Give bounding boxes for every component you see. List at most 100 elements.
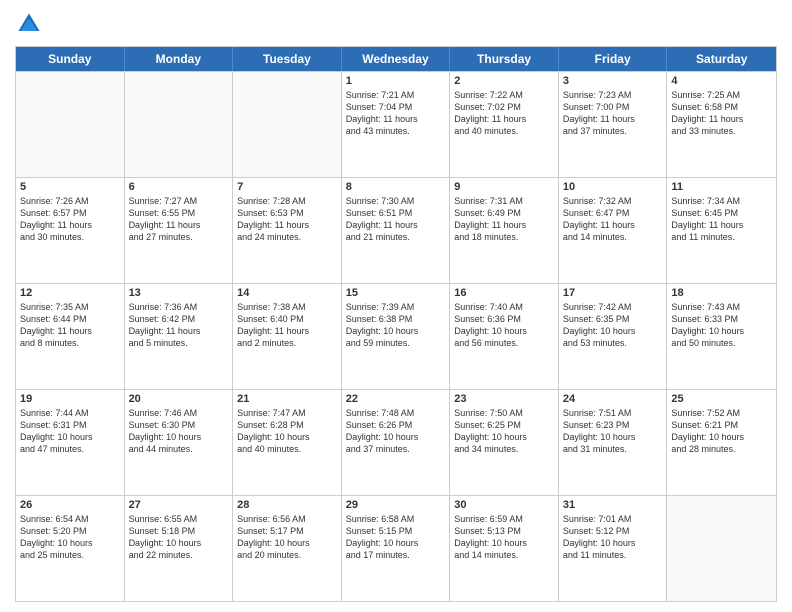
day-number: 26 xyxy=(20,499,120,511)
day-number: 19 xyxy=(20,393,120,405)
cell-info: Sunrise: 7:52 AM Sunset: 6:21 PM Dayligh… xyxy=(671,407,772,456)
weekday-header: Tuesday xyxy=(233,47,342,71)
cell-info: Sunrise: 7:27 AM Sunset: 6:55 PM Dayligh… xyxy=(129,195,229,244)
calendar-cell: 7 Sunrise: 7:28 AM Sunset: 6:53 PM Daylig… xyxy=(233,178,342,283)
weekday-header: Thursday xyxy=(450,47,559,71)
page: SundayMondayTuesdayWednesdayThursdayFrid… xyxy=(0,0,792,612)
cell-info: Sunrise: 7:42 AM Sunset: 6:35 PM Dayligh… xyxy=(563,301,663,350)
cell-info: Sunrise: 7:28 AM Sunset: 6:53 PM Dayligh… xyxy=(237,195,337,244)
cell-info: Sunrise: 7:44 AM Sunset: 6:31 PM Dayligh… xyxy=(20,407,120,456)
calendar-row: 5 Sunrise: 7:26 AM Sunset: 6:57 PM Daylig… xyxy=(16,177,776,283)
weekday-header: Wednesday xyxy=(342,47,451,71)
weekday-header: Saturday xyxy=(667,47,776,71)
calendar-cell xyxy=(125,72,234,177)
logo-icon xyxy=(15,10,43,38)
calendar-cell: 18 Sunrise: 7:43 AM Sunset: 6:33 PM Dayli… xyxy=(667,284,776,389)
day-number: 20 xyxy=(129,393,229,405)
calendar-cell: 17 Sunrise: 7:42 AM Sunset: 6:35 PM Dayli… xyxy=(559,284,668,389)
cell-info: Sunrise: 7:40 AM Sunset: 6:36 PM Dayligh… xyxy=(454,301,554,350)
day-number: 30 xyxy=(454,499,554,511)
day-number: 10 xyxy=(563,181,663,193)
calendar-body: 1Sunrise: 7:21 AM Sunset: 7:04 PM Daylig… xyxy=(16,71,776,601)
calendar-cell: 11 Sunrise: 7:34 AM Sunset: 6:45 PM Dayli… xyxy=(667,178,776,283)
cell-info: Sunrise: 7:43 AM Sunset: 6:33 PM Dayligh… xyxy=(671,301,772,350)
cell-info: Sunrise: 7:23 AM Sunset: 7:00 PM Dayligh… xyxy=(563,89,663,138)
day-number: 11 xyxy=(671,181,772,193)
logo xyxy=(15,10,47,38)
calendar-row: 19 Sunrise: 7:44 AM Sunset: 6:31 PM Dayli… xyxy=(16,389,776,495)
calendar-cell: 20 Sunrise: 7:46 AM Sunset: 6:30 PM Dayli… xyxy=(125,390,234,495)
weekday-header: Friday xyxy=(559,47,668,71)
calendar-cell: 4 Sunrise: 7:25 AM Sunset: 6:58 PM Daylig… xyxy=(667,72,776,177)
day-number: 2 xyxy=(454,75,554,87)
calendar-header: SundayMondayTuesdayWednesdayThursdayFrid… xyxy=(16,47,776,71)
day-number: 1 xyxy=(346,75,446,87)
day-number: 27 xyxy=(129,499,229,511)
day-number: 31 xyxy=(563,499,663,511)
day-number: 7 xyxy=(237,181,337,193)
calendar-cell xyxy=(667,496,776,601)
cell-info: Sunrise: 7:46 AM Sunset: 6:30 PM Dayligh… xyxy=(129,407,229,456)
calendar-cell: 22 Sunrise: 7:48 AM Sunset: 6:26 PM Dayli… xyxy=(342,390,451,495)
calendar-cell: 14 Sunrise: 7:38 AM Sunset: 6:40 PM Dayli… xyxy=(233,284,342,389)
cell-info: Sunrise: 7:38 AM Sunset: 6:40 PM Dayligh… xyxy=(237,301,337,350)
cell-info: Sunrise: 7:22 AM Sunset: 7:02 PM Dayligh… xyxy=(454,89,554,138)
day-number: 21 xyxy=(237,393,337,405)
calendar-cell: 2 Sunrise: 7:22 AM Sunset: 7:02 PM Daylig… xyxy=(450,72,559,177)
calendar-cell: 23Sunrise: 7:50 AM Sunset: 6:25 PM Dayli… xyxy=(450,390,559,495)
cell-info: Sunrise: 7:34 AM Sunset: 6:45 PM Dayligh… xyxy=(671,195,772,244)
calendar-cell: 6 Sunrise: 7:27 AM Sunset: 6:55 PM Daylig… xyxy=(125,178,234,283)
cell-info: Sunrise: 7:32 AM Sunset: 6:47 PM Dayligh… xyxy=(563,195,663,244)
calendar-cell: 10 Sunrise: 7:32 AM Sunset: 6:47 PM Dayli… xyxy=(559,178,668,283)
day-number: 29 xyxy=(346,499,446,511)
header xyxy=(15,10,777,38)
calendar-cell: 9 Sunrise: 7:31 AM Sunset: 6:49 PM Daylig… xyxy=(450,178,559,283)
cell-info: Sunrise: 7:48 AM Sunset: 6:26 PM Dayligh… xyxy=(346,407,446,456)
calendar-cell: 1Sunrise: 7:21 AM Sunset: 7:04 PM Daylig… xyxy=(342,72,451,177)
weekday-header: Sunday xyxy=(16,47,125,71)
day-number: 5 xyxy=(20,181,120,193)
calendar-cell: 13 Sunrise: 7:36 AM Sunset: 6:42 PM Dayli… xyxy=(125,284,234,389)
cell-info: Sunrise: 6:59 AM Sunset: 5:13 PM Dayligh… xyxy=(454,513,554,562)
cell-info: Sunrise: 6:56 AM Sunset: 5:17 PM Dayligh… xyxy=(237,513,337,562)
day-number: 22 xyxy=(346,393,446,405)
day-number: 25 xyxy=(671,393,772,405)
calendar-cell: 25 Sunrise: 7:52 AM Sunset: 6:21 PM Dayli… xyxy=(667,390,776,495)
day-number: 13 xyxy=(129,287,229,299)
day-number: 12 xyxy=(20,287,120,299)
day-number: 17 xyxy=(563,287,663,299)
calendar-cell: 28 Sunrise: 6:56 AM Sunset: 5:17 PM Dayli… xyxy=(233,496,342,601)
cell-info: Sunrise: 7:25 AM Sunset: 6:58 PM Dayligh… xyxy=(671,89,772,138)
cell-info: Sunrise: 6:58 AM Sunset: 5:15 PM Dayligh… xyxy=(346,513,446,562)
day-number: 4 xyxy=(671,75,772,87)
calendar-cell: 24 Sunrise: 7:51 AM Sunset: 6:23 PM Dayli… xyxy=(559,390,668,495)
calendar-cell xyxy=(233,72,342,177)
calendar-cell: 5 Sunrise: 7:26 AM Sunset: 6:57 PM Daylig… xyxy=(16,178,125,283)
calendar-cell: 16 Sunrise: 7:40 AM Sunset: 6:36 PM Dayli… xyxy=(450,284,559,389)
calendar-row: 26 Sunrise: 6:54 AM Sunset: 5:20 PM Dayli… xyxy=(16,495,776,601)
day-number: 23 xyxy=(454,393,554,405)
cell-info: Sunrise: 7:31 AM Sunset: 6:49 PM Dayligh… xyxy=(454,195,554,244)
calendar-cell: 26 Sunrise: 6:54 AM Sunset: 5:20 PM Dayli… xyxy=(16,496,125,601)
cell-info: Sunrise: 7:36 AM Sunset: 6:42 PM Dayligh… xyxy=(129,301,229,350)
calendar-cell: 19 Sunrise: 7:44 AM Sunset: 6:31 PM Dayli… xyxy=(16,390,125,495)
cell-info: Sunrise: 7:47 AM Sunset: 6:28 PM Dayligh… xyxy=(237,407,337,456)
calendar-cell: 21 Sunrise: 7:47 AM Sunset: 6:28 PM Dayli… xyxy=(233,390,342,495)
cell-info: Sunrise: 6:54 AM Sunset: 5:20 PM Dayligh… xyxy=(20,513,120,562)
calendar-row: 1Sunrise: 7:21 AM Sunset: 7:04 PM Daylig… xyxy=(16,71,776,177)
day-number: 18 xyxy=(671,287,772,299)
day-number: 28 xyxy=(237,499,337,511)
calendar-cell: 12Sunrise: 7:35 AM Sunset: 6:44 PM Dayli… xyxy=(16,284,125,389)
calendar-cell: 15Sunrise: 7:39 AM Sunset: 6:38 PM Dayli… xyxy=(342,284,451,389)
day-number: 24 xyxy=(563,393,663,405)
day-number: 9 xyxy=(454,181,554,193)
day-number: 8 xyxy=(346,181,446,193)
cell-info: Sunrise: 7:51 AM Sunset: 6:23 PM Dayligh… xyxy=(563,407,663,456)
calendar-cell: 8Sunrise: 7:30 AM Sunset: 6:51 PM Daylig… xyxy=(342,178,451,283)
day-number: 16 xyxy=(454,287,554,299)
calendar: SundayMondayTuesdayWednesdayThursdayFrid… xyxy=(15,46,777,602)
cell-info: Sunrise: 7:26 AM Sunset: 6:57 PM Dayligh… xyxy=(20,195,120,244)
calendar-row: 12Sunrise: 7:35 AM Sunset: 6:44 PM Dayli… xyxy=(16,283,776,389)
day-number: 6 xyxy=(129,181,229,193)
day-number: 14 xyxy=(237,287,337,299)
